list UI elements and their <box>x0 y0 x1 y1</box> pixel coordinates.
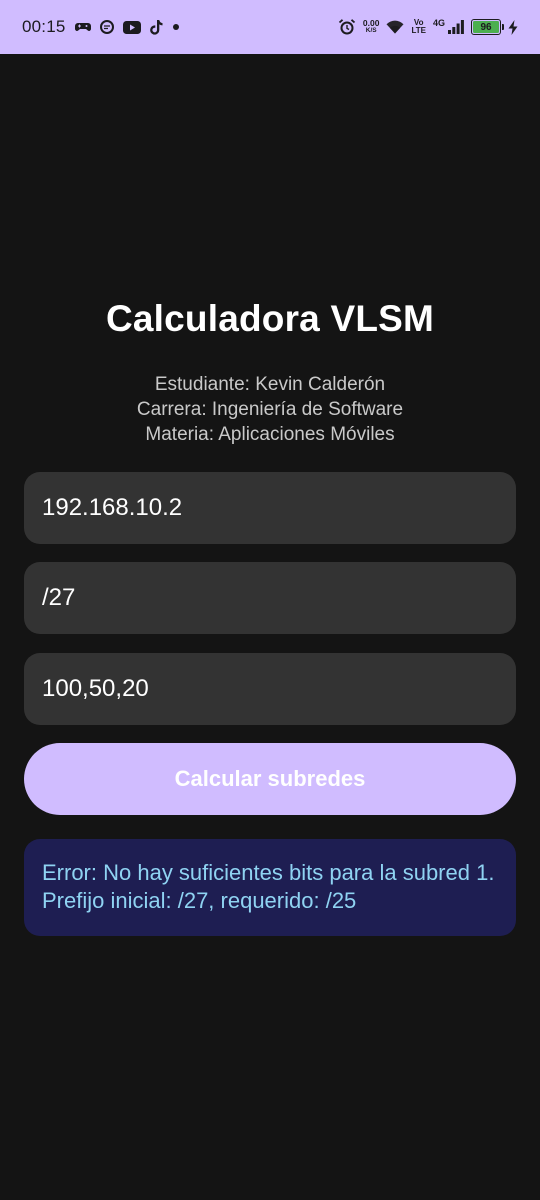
charging-bolt-icon <box>508 19 518 35</box>
app-screen: 00:15 0.00 K/S Vo LTE 4G 96 Calculadora … <box>0 0 540 1200</box>
network-type: 4G <box>432 18 445 28</box>
volte-indicator: Vo LTE <box>411 19 426 35</box>
student-info: Estudiante: Kevin Calderón Carrera: Inge… <box>0 372 540 447</box>
speed-unit: K/S <box>365 27 377 34</box>
prefix-field-container[interactable] <box>24 562 516 634</box>
student-name: Estudiante: Kevin Calderón <box>154 374 386 395</box>
page-title: Calculadora VLSM <box>105 298 435 339</box>
hosts-input[interactable] <box>42 675 498 703</box>
network-speed: 0.00 K/S <box>363 19 380 35</box>
error-message: Error: No hay suficientes bits para la s… <box>42 860 495 913</box>
status-bar: 00:15 0.00 K/S Vo LTE 4G 96 <box>0 0 540 54</box>
youtube-icon <box>122 20 141 34</box>
volte-bottom: LTE <box>411 26 426 35</box>
subject-name: Materia: Aplicaciones Móviles <box>145 424 395 445</box>
signal-icon <box>448 20 464 34</box>
calculate-subnets-button[interactable]: Calcular subredes <box>24 743 516 815</box>
career-name: Carrera: Ingeniería de Software <box>136 399 404 420</box>
battery-indicator: 96 <box>471 19 504 35</box>
dot-icon <box>172 23 180 31</box>
wifi-icon <box>386 20 404 34</box>
status-bar-right: 0.00 K/S Vo LTE 4G 96 <box>338 18 518 36</box>
status-bar-left: 00:15 <box>22 17 180 37</box>
tiktok-icon <box>149 19 163 35</box>
ip-address-input[interactable] <box>42 494 498 522</box>
status-time: 00:15 <box>22 17 66 36</box>
prefix-input[interactable] <box>42 584 498 612</box>
chat-app-icon <box>99 20 114 34</box>
speed-value: 0.00 <box>362 18 380 28</box>
alarm-icon <box>338 18 356 36</box>
error-message-card: Error: No hay suficientes bits para la s… <box>24 839 516 936</box>
battery-level: 96 <box>473 21 499 33</box>
ip-field-container[interactable] <box>24 472 516 544</box>
hosts-field-container[interactable] <box>24 653 516 725</box>
game-controller-icon <box>74 20 91 34</box>
